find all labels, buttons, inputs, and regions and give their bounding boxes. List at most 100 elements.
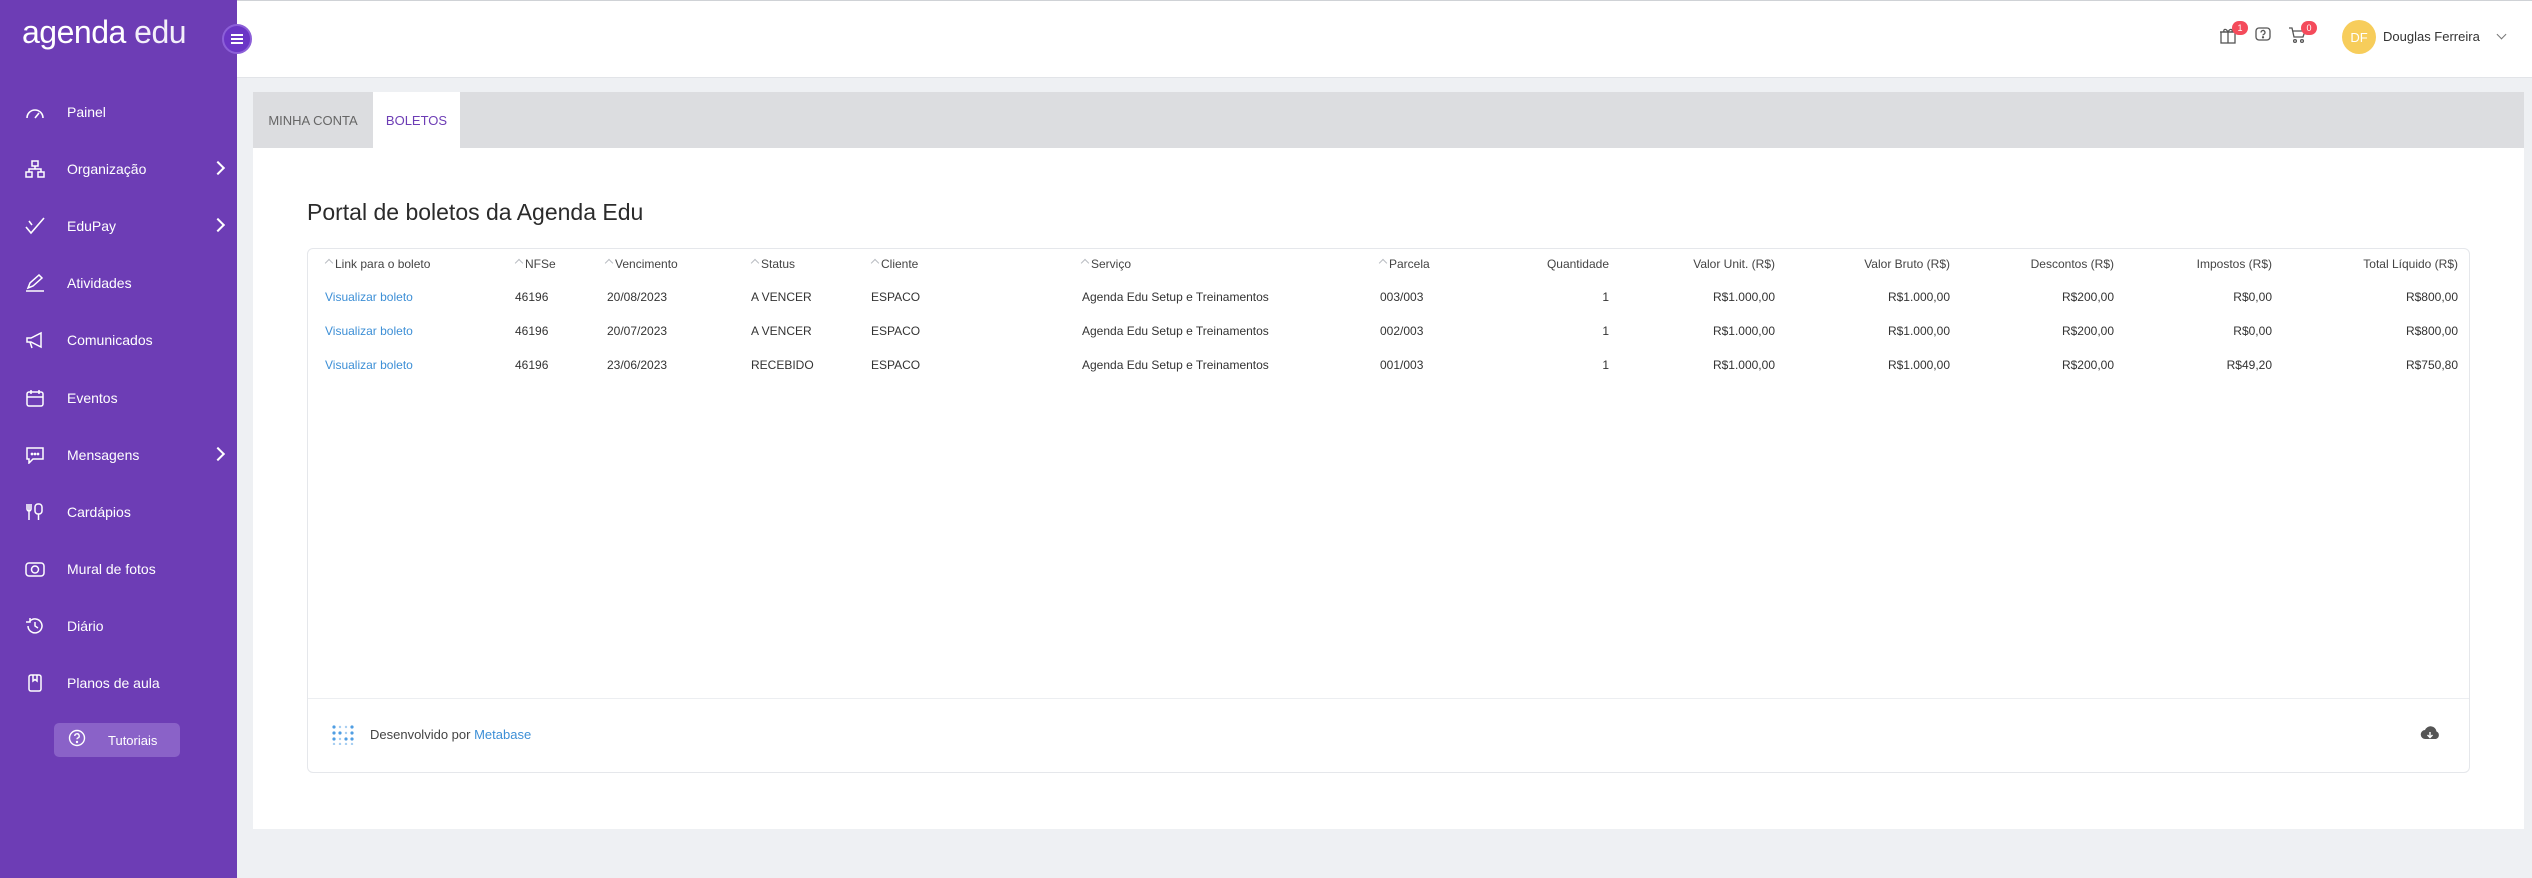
cell-status: A VENCER [751, 324, 812, 338]
check-pay-icon [24, 215, 46, 237]
cloud-download-icon[interactable] [2419, 725, 2441, 745]
cell-servico: Agenda Edu Setup e Treinamentos [1082, 358, 1269, 372]
cell-nfse: 46196 [515, 324, 549, 338]
view-boleto-link[interactable]: Visualizar boleto [325, 358, 413, 372]
cell-vencimento: 23/06/2023 [607, 358, 668, 372]
tutorials-label: Tutoriais [108, 732, 158, 748]
metabase-embed-panel: Link para o boleto NFSe Vencimento Statu… [307, 248, 2470, 773]
cart-button[interactable]: 0 [2287, 21, 2317, 47]
tab-minha-conta[interactable]: MINHA CONTA [253, 92, 373, 148]
sort-icon [604, 258, 614, 268]
sidebar-item-mural-de-fotos[interactable]: Mural de fotos [0, 541, 237, 598]
cell-vencimento: 20/08/2023 [607, 290, 668, 304]
sidebar-item-comunicados[interactable]: Comunicados [0, 312, 237, 369]
metabase-logo-icon[interactable] [332, 725, 354, 746]
column-header[interactable]: Status [750, 257, 795, 271]
sidebar-item-planos-de-aula[interactable]: Planos de aula [0, 655, 237, 712]
column-header[interactable]: Link para o boleto [324, 257, 430, 271]
cell-parcela: 001/003 [1380, 358, 1424, 372]
sidebar-item-painel[interactable]: Painel [0, 83, 237, 140]
sidebar-item-label: EduPay [67, 217, 117, 234]
metabase-link[interactable]: Metabase [474, 727, 531, 742]
column-header[interactable]: Cliente [870, 257, 918, 271]
gift-button[interactable]: 1 [2218, 21, 2248, 47]
sidebar-item-edupay[interactable]: EduPay [0, 197, 237, 254]
cell-total-liquido: R$750,80 [2405, 358, 2458, 372]
chat-icon [24, 444, 46, 466]
powered-by: Desenvolvido por Metabase [370, 727, 531, 742]
sort-icon [750, 258, 760, 268]
sidebar-item-label: Organização [67, 160, 147, 177]
cell-quantidade: 1 [1602, 290, 1609, 304]
column-header[interactable]: Parcela [1378, 257, 1430, 271]
sidebar-item-organizacao[interactable]: Organização [0, 140, 237, 197]
sort-icon [870, 258, 880, 268]
sidebar-toggle-button[interactable] [222, 24, 252, 54]
tutorials-button[interactable]: Tutoriais [54, 723, 180, 757]
panel-footer: Desenvolvido por Metabase [308, 698, 2469, 772]
cell-impostos: R$49,20 [2226, 358, 2272, 372]
column-header[interactable]: Vencimento [604, 257, 678, 271]
cell-status: RECEBIDO [751, 358, 814, 372]
cell-servico: Agenda Edu Setup e Treinamentos [1082, 324, 1269, 338]
top-bar [237, 0, 2532, 78]
column-header[interactable]: Serviço [1080, 257, 1131, 271]
cell-descontos: R$200,00 [2061, 290, 2114, 304]
cell-nfse: 46196 [515, 290, 549, 304]
sidebar-item-label: Mensagens [67, 446, 140, 463]
cell-status: A VENCER [751, 290, 812, 304]
table-row: Visualizar boleto 46196 20/08/2023 A VEN… [308, 281, 2469, 315]
cell-descontos: R$200,00 [2061, 358, 2114, 372]
column-header[interactable]: Quantidade [1547, 257, 1609, 271]
column-header[interactable]: NFSe [514, 257, 556, 271]
gift-badge: 1 [2232, 21, 2248, 35]
user-name[interactable]: Douglas Ferreira [2383, 29, 2480, 44]
chevron-right-icon [210, 217, 226, 233]
sidebar-item-label: Planos de aula [67, 675, 160, 692]
chevron-right-icon [210, 446, 226, 461]
cell-valor-bruto: R$1.000,00 [1887, 324, 1950, 338]
cell-quantidade: 1 [1602, 324, 1609, 338]
sidebar-item-label: Mural de fotos [67, 561, 156, 578]
cell-impostos: R$0,00 [2233, 324, 2272, 338]
cell-impostos: R$0,00 [2233, 290, 2272, 304]
cell-descontos: R$200,00 [2061, 324, 2114, 338]
sidebar-item-mensagens[interactable]: Mensagens [0, 426, 237, 483]
cell-total-liquido: R$800,00 [2405, 290, 2458, 304]
sort-icon [324, 258, 334, 268]
view-boleto-link[interactable]: Visualizar boleto [325, 290, 413, 304]
sort-icon [1378, 258, 1388, 268]
column-header[interactable]: Valor Bruto (R$) [1864, 257, 1950, 271]
sidebar-item-diario[interactable]: Diário [0, 598, 237, 655]
column-header[interactable]: Valor Unit. (R$) [1693, 257, 1775, 271]
hamburger-icon [231, 38, 243, 40]
page-title: Portal de boletos da Agenda Edu [307, 199, 644, 225]
sidebar-item-atividades[interactable]: Atividades [0, 255, 237, 312]
column-header[interactable]: Impostos (R$) [2197, 257, 2272, 271]
brand-part1: agenda [22, 14, 126, 50]
sort-icon [514, 258, 524, 268]
sidebar-item-eventos[interactable]: Eventos [0, 369, 237, 426]
gauge-icon [24, 101, 46, 123]
sidebar-item-cardapios[interactable]: Cardápios [0, 483, 237, 540]
cell-cliente: ESPACO [871, 358, 921, 372]
avatar[interactable]: DF [2342, 20, 2376, 54]
sidebar-item-label: Cardápios [67, 503, 131, 520]
help-button[interactable] [2253, 26, 2273, 47]
help-circle-icon [68, 729, 86, 752]
book-icon [24, 672, 46, 694]
cell-valor-unit: R$1.000,00 [1712, 290, 1775, 304]
table-header: Link para o boleto NFSe Vencimento Statu… [308, 249, 2469, 281]
tab-boletos[interactable]: BOLETOS [373, 92, 460, 148]
column-header[interactable]: Total Líquido (R$) [2363, 257, 2458, 271]
view-boleto-link[interactable]: Visualizar boleto [325, 324, 413, 338]
column-header[interactable]: Descontos (R$) [2031, 257, 2114, 271]
chevron-right-icon [210, 160, 226, 175]
sidebar-nav: Painel Organização EduPay Atividades Com… [0, 83, 237, 712]
cart-badge: 0 [2301, 21, 2317, 35]
cell-quantidade: 1 [1602, 358, 1609, 372]
brand-logo[interactable]: agenda edu [22, 14, 187, 51]
cell-valor-unit: R$1.000,00 [1712, 358, 1775, 372]
brand-part2: edu [134, 14, 187, 50]
cell-total-liquido: R$800,00 [2405, 324, 2458, 338]
